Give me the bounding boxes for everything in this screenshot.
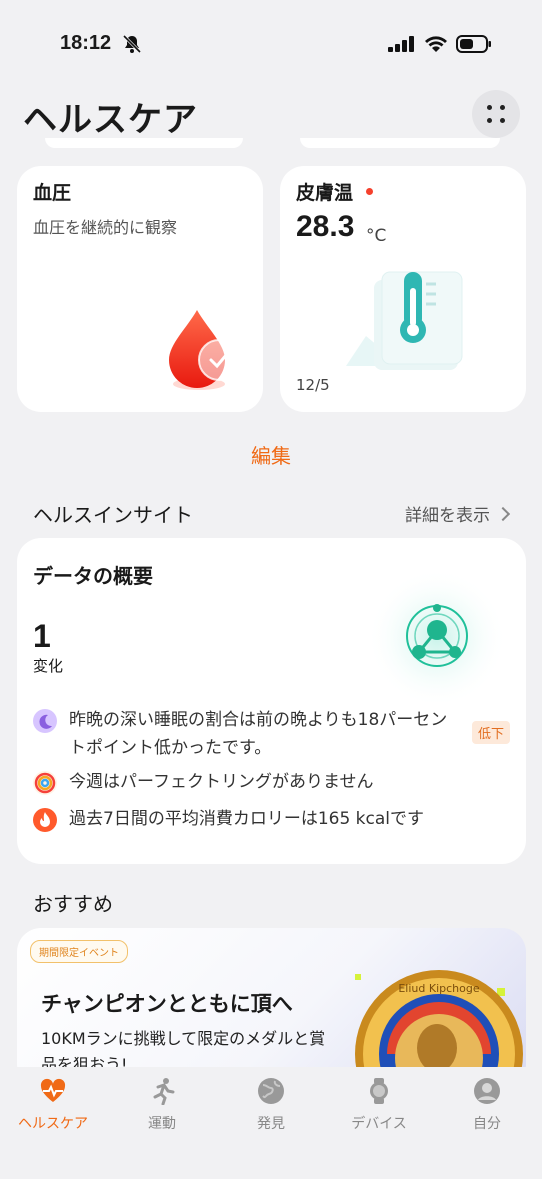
tab-devices[interactable]: デバイス [334, 1077, 424, 1133]
dot-icon [487, 105, 492, 110]
skin-temp-unit: °C [366, 226, 387, 246]
insights-more-link[interactable]: 詳細を表示 [405, 501, 511, 526]
globe-icon [258, 1078, 284, 1104]
card-peek-left [45, 138, 243, 148]
more-label: 詳細を表示 [405, 506, 490, 526]
change-count: 1 [33, 618, 51, 654]
flame-icon [33, 808, 57, 832]
blood-drop-icon [169, 310, 240, 390]
wifi-icon [425, 36, 447, 52]
card-peek-right [300, 138, 500, 148]
blood-pressure-title: 血圧 [33, 182, 72, 204]
dot-icon [500, 118, 505, 123]
dot-icon [500, 105, 505, 110]
watch-icon [370, 1078, 388, 1104]
skin-temperature-card[interactable]: 皮膚温 28.3 °C 12/5 [280, 166, 526, 412]
recommend-section-title: おすすめ [33, 892, 113, 916]
more-menu-button[interactable] [472, 90, 520, 138]
blood-pressure-subtitle: 血圧を継続的に観察 [33, 218, 178, 237]
skin-temp-title: 皮膚温 [296, 182, 354, 204]
battery-icon [456, 35, 491, 53]
insight-network-icon [367, 568, 507, 708]
bell-off-icon [122, 34, 142, 54]
chevron-right-icon [495, 506, 511, 522]
limited-event-badge: 期間限定イベント [30, 940, 128, 963]
tip-text: 今週はパーフェクトリングがありません [69, 772, 374, 792]
blood-pressure-card[interactable]: 血圧 血圧を継続的に観察 [17, 166, 263, 412]
tip-text: 過去7日間の平均消費カロリーは165 kcalです [69, 809, 424, 829]
insight-card[interactable]: データの概要 1 変化 昨晩の深い睡眠の割合は前の晩よりも18パーセントポイント… [17, 538, 526, 864]
thermometer-icon [346, 271, 463, 370]
alert-dot [366, 188, 373, 195]
tab-label: 自分 [473, 1116, 501, 1132]
tab-label: 運動 [148, 1116, 176, 1132]
tab-label: ヘルスケア [18, 1116, 88, 1132]
bottom-tab-bar: ヘルスケア 運動 発見 デバイス 自分 [0, 1067, 542, 1179]
tip-text: 昨晩の深い睡眠の割合は前の晩よりも18パーセントポイント低かったです。 [69, 710, 448, 758]
tab-health[interactable]: ヘルスケア [8, 1077, 98, 1133]
decrease-badge: 低下 [472, 721, 511, 744]
promo-title: チャンピオンとともに頂へ [41, 992, 293, 1016]
tab-discover[interactable]: 発見 [226, 1077, 316, 1133]
tab-exercise[interactable]: 運動 [117, 1077, 207, 1133]
status-time: 18:12 [60, 32, 112, 54]
page-title: ヘルスケア [23, 100, 198, 140]
skin-temp-date: 12/5 [296, 376, 330, 394]
tab-label: デバイス [351, 1116, 407, 1132]
insights-section-title: ヘルスインサイト [33, 503, 193, 527]
skin-temp-value: 28.3 [296, 210, 355, 243]
sleep-icon [33, 709, 57, 733]
tab-me[interactable]: 自分 [442, 1077, 532, 1133]
medal-inscription: Eliud Kipchoge [398, 982, 479, 995]
tab-label: 発見 [257, 1116, 285, 1132]
ring-icon [33, 771, 57, 795]
edit-cards-button[interactable]: 編集 [0, 440, 542, 469]
person-icon [474, 1078, 500, 1104]
cellular-signal-icon [388, 36, 414, 52]
status-bar: 18:12 [0, 0, 542, 88]
insight-card-title: データの概要 [33, 564, 153, 588]
promo-event-card[interactable]: 期間限定イベント チャンピオンとともに頂へ 10KMランに挑戦して限定のメダルと… [17, 928, 526, 1088]
dot-icon [487, 118, 492, 123]
change-label: 変化 [33, 657, 64, 675]
runner-icon [153, 1078, 175, 1105]
heart-pulse-icon [40, 1078, 66, 1102]
